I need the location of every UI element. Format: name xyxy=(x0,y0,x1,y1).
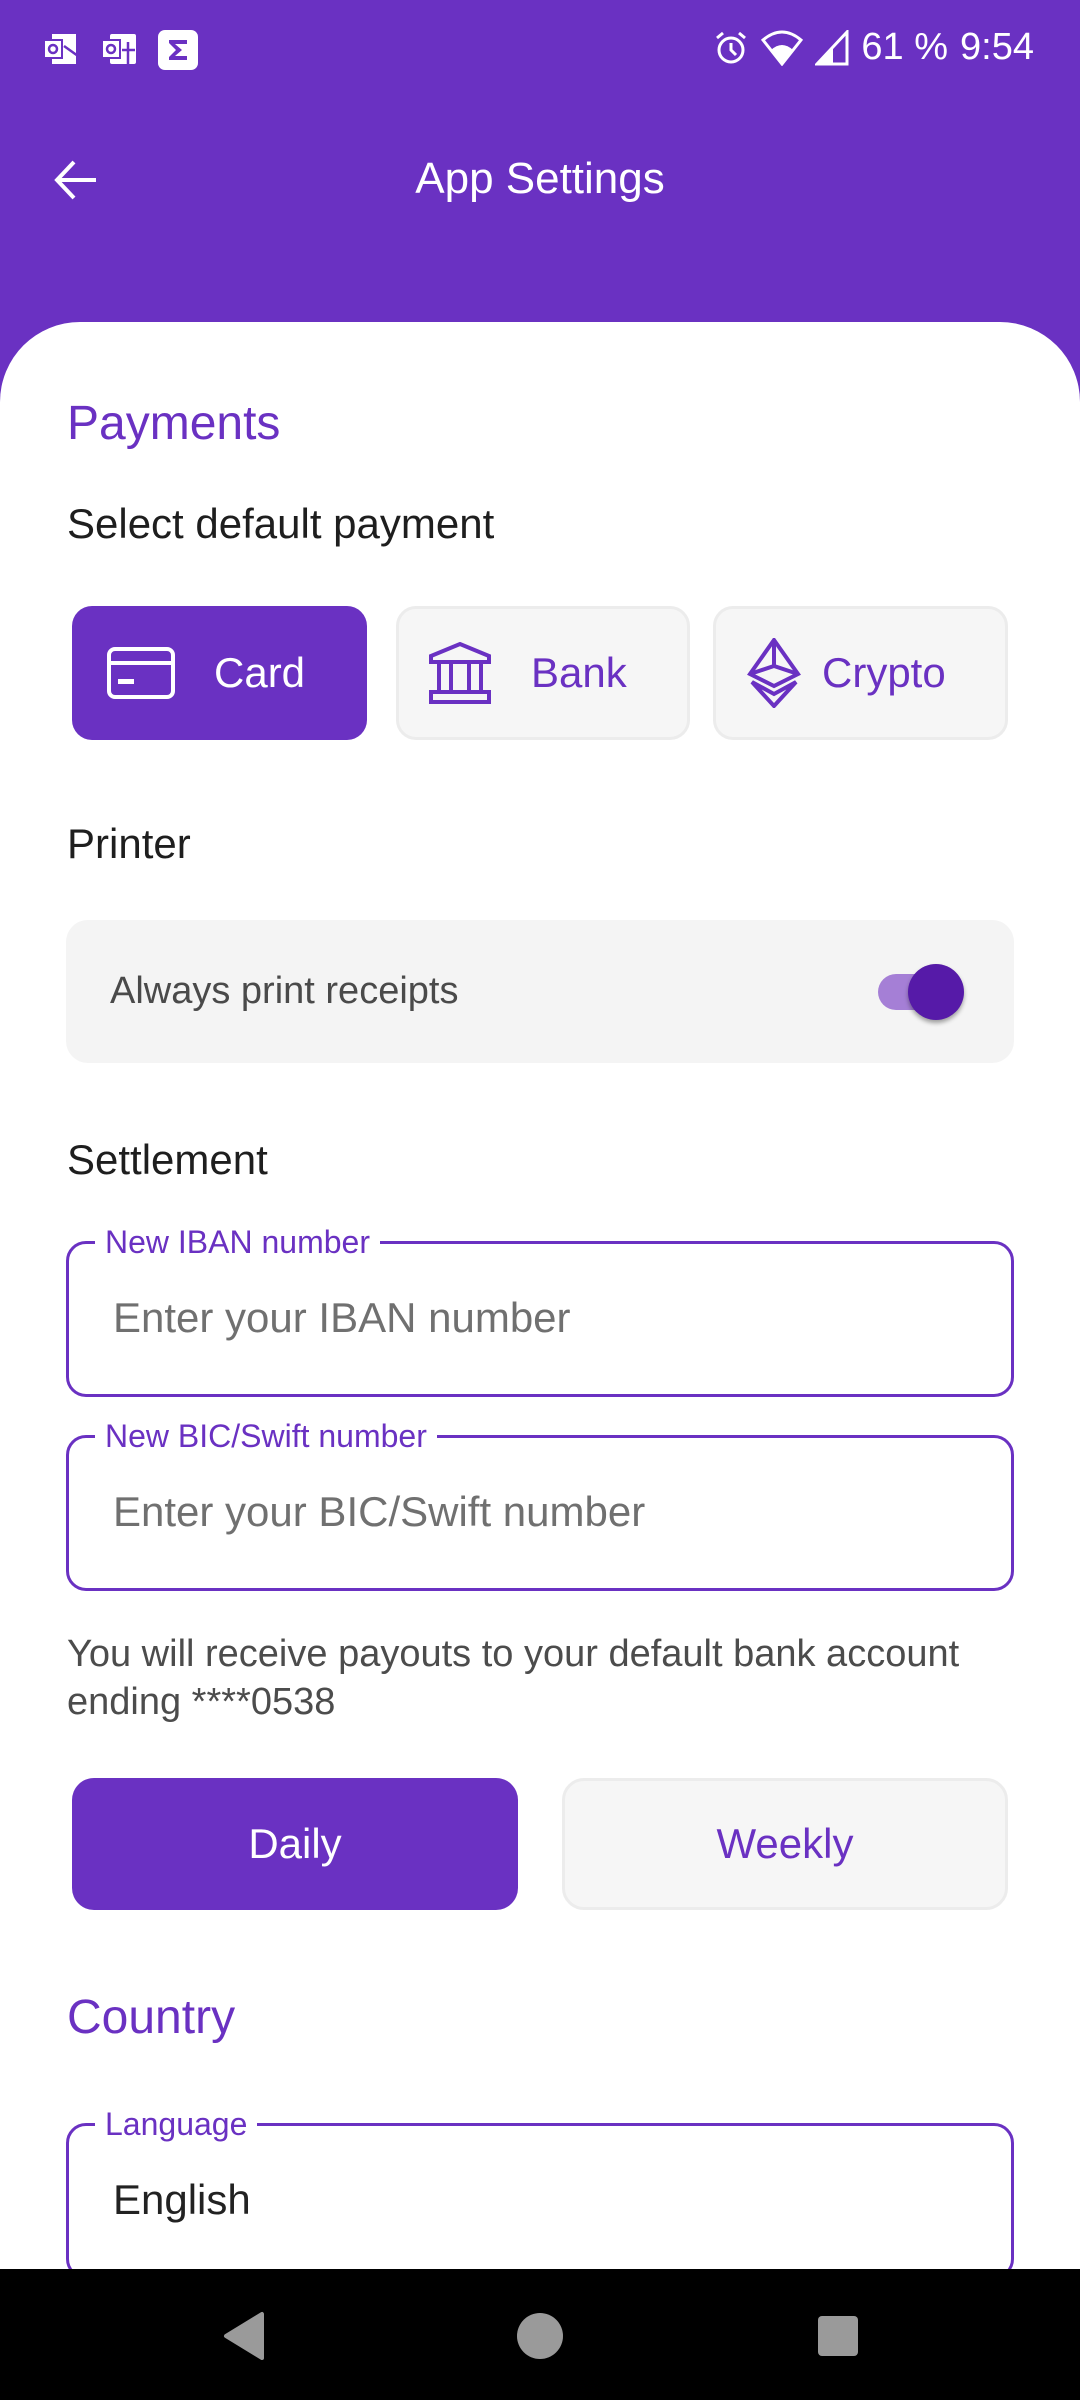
back-triangle-icon xyxy=(224,2312,264,2360)
frequency-weekly-button[interactable]: Weekly xyxy=(562,1778,1008,1910)
payment-option-label: Bank xyxy=(531,649,627,696)
payment-option-card[interactable]: Card xyxy=(72,606,367,740)
bic-swift-input[interactable] xyxy=(113,1488,973,1536)
notification-icons xyxy=(42,30,198,70)
payment-option-bank[interactable]: Bank xyxy=(396,606,690,740)
bic-swift-field-label: New BIC/Swift number xyxy=(95,1416,437,1456)
printer-label: Printer xyxy=(67,820,191,867)
bic-swift-field[interactable]: New BIC/Swift number xyxy=(66,1416,1014,1591)
system-navigation-bar xyxy=(0,2269,1080,2400)
language-input[interactable] xyxy=(113,2176,973,2224)
system-status: 61 % 9:54 xyxy=(713,26,1034,69)
outlook-icon xyxy=(42,32,82,68)
cell-signal-icon xyxy=(815,29,849,66)
battery-percent: 61 % xyxy=(861,26,949,68)
switch-thumb xyxy=(908,964,964,1020)
sigma-app-icon xyxy=(158,30,198,70)
iban-field-label: New IBAN number xyxy=(95,1222,380,1262)
always-print-receipts-label: Always print receipts xyxy=(110,970,459,1012)
payment-option-crypto[interactable]: Crypto xyxy=(713,606,1008,740)
payment-option-label: Card xyxy=(214,649,306,696)
office-icon xyxy=(100,32,140,68)
nav-back-button[interactable] xyxy=(214,2311,274,2361)
always-print-receipts-toggle[interactable] xyxy=(872,964,964,1020)
recents-square-icon xyxy=(818,2316,858,2356)
bank-icon xyxy=(427,642,493,704)
iban-input[interactable] xyxy=(113,1294,973,1342)
select-default-payment-label: Select default payment xyxy=(67,500,495,547)
payout-info-text: You will receive payouts to your default… xyxy=(67,1633,960,1723)
section-title-country: Country xyxy=(67,1991,236,2044)
ethereum-icon xyxy=(746,638,802,708)
frequency-daily-button[interactable]: Daily xyxy=(72,1778,518,1910)
iban-field[interactable]: New IBAN number xyxy=(66,1222,1014,1397)
app-bar: App Settings xyxy=(0,120,1080,240)
settlement-label: Settlement xyxy=(67,1136,268,1183)
nav-home-button[interactable] xyxy=(510,2311,570,2361)
payment-option-label: Crypto xyxy=(822,649,946,696)
credit-card-icon xyxy=(106,646,176,700)
wifi-icon xyxy=(761,30,804,66)
language-field[interactable]: Language xyxy=(66,2104,1014,2279)
page-title: App Settings xyxy=(415,154,665,203)
home-circle-icon xyxy=(517,2313,563,2359)
clock: 9:54 xyxy=(960,26,1034,68)
status-bar: 61 % 9:54 xyxy=(0,0,1080,100)
nav-recents-button[interactable] xyxy=(808,2311,868,2361)
always-print-receipts-row[interactable]: Always print receipts xyxy=(66,920,1014,1063)
alarm-icon xyxy=(713,30,749,66)
section-title-payments: Payments xyxy=(67,397,281,450)
language-field-label: Language xyxy=(95,2104,258,2144)
